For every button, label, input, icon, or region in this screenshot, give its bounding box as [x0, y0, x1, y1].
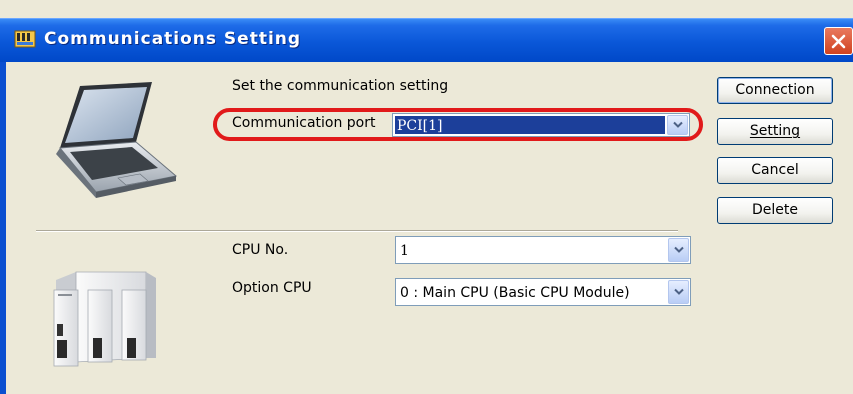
- section-divider: [36, 230, 678, 232]
- window-frame-left: [0, 62, 6, 394]
- annotation-highlight: [213, 108, 703, 141]
- setting-button-label: Setting: [749, 123, 801, 139]
- connection-button[interactable]: Connection: [717, 77, 833, 104]
- plc-rack-icon: [46, 262, 186, 372]
- window-title: Communications Setting: [44, 29, 302, 49]
- close-button[interactable]: [824, 27, 853, 55]
- setting-button[interactable]: Setting: [717, 118, 833, 145]
- chevron-down-icon: [674, 288, 684, 295]
- communications-app-icon: [14, 28, 36, 50]
- communications-setting-dialog: Communications Setting Set the communica…: [0, 0, 853, 394]
- option-cpu-value: 0 : Main CPU (Basic CPU Module): [400, 285, 630, 301]
- option-cpu-dropdown[interactable]: 0 : Main CPU (Basic CPU Module): [395, 278, 691, 306]
- delete-button[interactable]: Delete: [717, 197, 833, 224]
- chevron-down-icon: [674, 246, 684, 253]
- cpu-no-label: CPU No.: [232, 242, 289, 258]
- cpu-no-value: 1: [400, 243, 409, 259]
- option-cpu-dropdown-button[interactable]: [668, 280, 689, 304]
- close-icon: [831, 34, 846, 49]
- cpu-no-dropdown-button[interactable]: [668, 238, 689, 262]
- cpu-no-dropdown[interactable]: 1: [395, 236, 691, 264]
- section-heading: Set the communication setting: [232, 78, 449, 94]
- option-cpu-label: Option CPU: [232, 280, 312, 296]
- laptop-icon: [40, 80, 190, 210]
- cancel-button[interactable]: Cancel: [717, 157, 833, 184]
- title-bar[interactable]: Communications Setting: [0, 18, 853, 62]
